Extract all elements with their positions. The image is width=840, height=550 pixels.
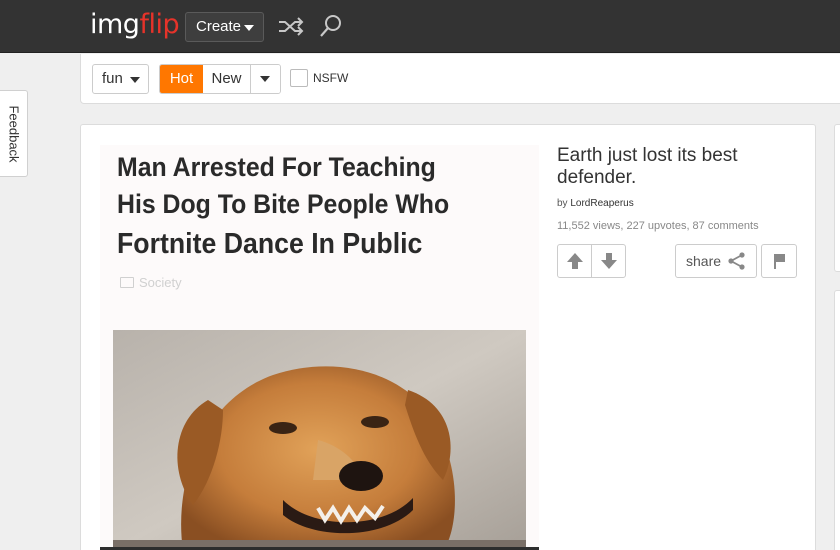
meme-category: Society bbox=[120, 275, 182, 290]
nsfw-label: NSFW bbox=[313, 71, 349, 85]
create-label: Create bbox=[196, 18, 242, 35]
search-icon[interactable] bbox=[318, 12, 344, 40]
arrow-down-icon bbox=[601, 253, 617, 269]
feedback-tab[interactable]: Feedback bbox=[0, 90, 28, 177]
caret-down-icon bbox=[244, 25, 254, 31]
angry-dog-photo bbox=[113, 330, 526, 550]
upvote-button[interactable] bbox=[558, 245, 592, 277]
meme-headline-line3: Fortnite Dance In Public bbox=[117, 228, 423, 260]
sort-button-group: Hot New bbox=[159, 64, 281, 94]
caret-down-icon bbox=[260, 76, 270, 82]
sidebar-card bbox=[834, 290, 840, 550]
caret-down-icon bbox=[130, 77, 140, 83]
share-icon bbox=[728, 252, 745, 270]
post-title[interactable]: Earth just lost its best defender. bbox=[557, 145, 787, 189]
arrow-up-icon bbox=[567, 253, 583, 269]
logo-text-img: img bbox=[90, 9, 140, 40]
share-label: share bbox=[686, 253, 722, 269]
imgflip-logo[interactable]: imgflip bbox=[90, 8, 180, 42]
sort-new-button[interactable]: New bbox=[203, 65, 251, 93]
meme-category-label: Society bbox=[139, 275, 182, 290]
meme-headline-line2: His Dog To Bite People Who bbox=[117, 189, 450, 219]
by-prefix: by bbox=[557, 198, 568, 209]
filter-bar: fun Hot New NSFW bbox=[80, 54, 840, 104]
sort-hot-button[interactable]: Hot bbox=[160, 65, 203, 93]
folder-icon bbox=[120, 277, 134, 288]
stream-select-value: fun bbox=[102, 70, 123, 87]
share-button[interactable]: share bbox=[675, 244, 757, 278]
vote-buttons bbox=[557, 244, 626, 278]
nsfw-checkbox[interactable] bbox=[290, 69, 308, 87]
flag-button[interactable] bbox=[761, 244, 797, 278]
post-stats: 11,552 views, 227 upvotes, 87 comments bbox=[557, 220, 759, 232]
downvote-button[interactable] bbox=[592, 245, 626, 277]
top-navbar: imgflip Create bbox=[0, 0, 840, 53]
stream-select[interactable]: fun bbox=[92, 64, 149, 94]
flag-icon bbox=[774, 254, 785, 269]
author-link[interactable]: LordReaperus bbox=[570, 198, 633, 209]
feedback-label: Feedback bbox=[6, 104, 21, 163]
sidebar-card bbox=[834, 124, 840, 272]
sort-more-dropdown[interactable] bbox=[251, 65, 280, 93]
post-card: Man Arrested For Teaching His Dog To Bit… bbox=[80, 124, 816, 550]
meme-headline-line1: Man Arrested For Teaching bbox=[117, 152, 436, 182]
post-byline: by LordReaperus bbox=[557, 198, 634, 209]
meme-image[interactable]: Man Arrested For Teaching His Dog To Bit… bbox=[100, 145, 539, 550]
shuffle-icon[interactable] bbox=[277, 14, 305, 38]
create-dropdown-button[interactable]: Create bbox=[185, 12, 264, 42]
meme-headline: Man Arrested For Teaching His Dog To Bit… bbox=[117, 149, 449, 263]
logo-text-flip: flip bbox=[139, 9, 180, 40]
